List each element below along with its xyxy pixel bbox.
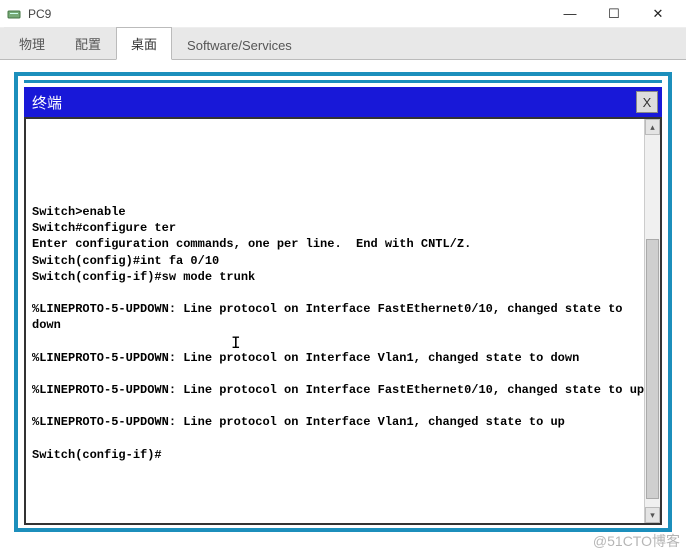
window-titlebar[interactable]: PC9 — ☐ ✕ [0, 0, 686, 28]
terminal-titlebar[interactable]: 终端 X [24, 87, 662, 117]
terminal-title: 终端 [32, 92, 636, 113]
terminal-window: 终端 X Switch>enable Switch#configure ter … [14, 72, 672, 532]
tab-physical[interactable]: 物理 [4, 27, 60, 59]
maximize-button[interactable]: ☐ [592, 0, 636, 28]
terminal-output[interactable]: Switch>enable Switch#configure ter Enter… [26, 119, 660, 467]
terminal-close-button[interactable]: X [636, 91, 658, 113]
app-icon [6, 6, 22, 22]
terminal-top-strip [24, 80, 662, 83]
close-button[interactable]: ✕ [636, 0, 680, 28]
tab-config[interactable]: 配置 [60, 27, 116, 59]
scroll-up-icon[interactable]: ▴ [645, 119, 660, 135]
tab-bar: 物理 配置 桌面 Software/Services [0, 28, 686, 60]
tab-software-services[interactable]: Software/Services [172, 31, 307, 59]
terminal-body[interactable]: Switch>enable Switch#configure ter Enter… [24, 117, 662, 525]
window-title: PC9 [28, 7, 548, 21]
minimize-button[interactable]: — [548, 0, 592, 28]
text-cursor-icon: I [231, 333, 241, 352]
tab-desktop[interactable]: 桌面 [116, 27, 172, 60]
terminal-scrollbar[interactable]: ▴ ▾ [644, 119, 660, 523]
scroll-thumb[interactable] [646, 239, 659, 499]
scroll-down-icon[interactable]: ▾ [645, 507, 660, 523]
desktop-pane: 终端 X Switch>enable Switch#configure ter … [0, 60, 686, 553]
